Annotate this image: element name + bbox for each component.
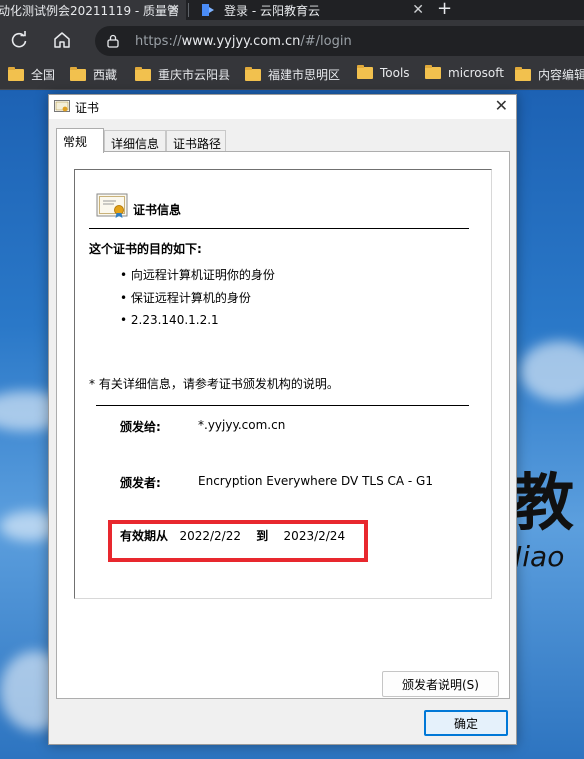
reload-icon[interactable] bbox=[9, 30, 29, 50]
purpose-item: • 2.23.140.1.2.1 bbox=[120, 313, 219, 327]
certificate-dialog: 证书 ✕ 常规 详细信息 证书路径 证书信息 这个证书的目的如下: • 向远程计… bbox=[48, 94, 517, 745]
browser-tab-login[interactable]: 登录 - 云阳教育云 ✕ bbox=[190, 0, 430, 20]
tab-close-icon[interactable]: ✕ bbox=[412, 2, 424, 18]
bookmarks-bar: 全国 西藏 重庆市云阳县 福建市思明区 Tools microsoft 内容编辑 bbox=[0, 60, 584, 90]
valid-to-label: 到 bbox=[256, 529, 269, 543]
tab-cert-path[interactable]: 证书路径 bbox=[166, 130, 226, 152]
folder-icon bbox=[135, 66, 151, 81]
bookmark-content-edit[interactable]: 内容编辑 bbox=[515, 66, 584, 83]
issued-to-label: 颁发给: bbox=[120, 420, 161, 434]
tab-title: 登录 - 云阳教育云 bbox=[224, 3, 320, 18]
valid-from-label: 有效期从 bbox=[120, 529, 169, 543]
tab-separator bbox=[188, 3, 189, 17]
folder-icon bbox=[8, 66, 24, 81]
url-text: https://www.yyjyy.com.cn/#/login bbox=[135, 34, 352, 49]
purpose-item: • 向远程计算机证明你的身份 bbox=[120, 268, 275, 282]
folder-icon bbox=[245, 66, 261, 81]
new-tab-icon[interactable]: + bbox=[437, 0, 452, 18]
issued-by-label: 颁发者: bbox=[120, 476, 161, 490]
certificate-info-box: 证书信息 这个证书的目的如下: • 向远程计算机证明你的身份 • 保证远程计算机… bbox=[74, 169, 492, 599]
bookmark-chongqing[interactable]: 重庆市云阳县 bbox=[135, 66, 230, 83]
folder-icon bbox=[425, 65, 441, 79]
purpose-item: • 保证远程计算机的身份 bbox=[120, 291, 251, 305]
certificate-icon bbox=[96, 193, 128, 218]
tab-general[interactable]: 常规 bbox=[56, 128, 104, 153]
close-icon[interactable]: ✕ bbox=[495, 97, 508, 115]
issuer-statement-button[interactable]: 颁发者说明(S) bbox=[382, 671, 499, 697]
yyjyy-favicon-icon bbox=[202, 4, 214, 16]
ok-button[interactable]: 确定 bbox=[424, 710, 508, 736]
browser-tab-bar: 动化测试例会20211119 - 质量管 ✕ 登录 - 云阳教育云 ✕ + bbox=[0, 0, 584, 20]
divider bbox=[96, 405, 469, 406]
valid-to-date: 2023/2/24 bbox=[283, 529, 346, 543]
certificate-icon bbox=[54, 100, 70, 112]
tab-title: 动化测试例会20211119 - 质量管 bbox=[0, 3, 180, 18]
purpose-title: 这个证书的目的如下: bbox=[89, 242, 202, 256]
tab-close-icon[interactable]: ✕ bbox=[168, 2, 180, 18]
folder-icon bbox=[357, 65, 373, 79]
background-logo-pinyin: Jiao bbox=[514, 540, 565, 573]
home-icon[interactable] bbox=[52, 30, 72, 50]
address-input[interactable]: https://www.yyjyy.com.cn/#/login bbox=[95, 26, 584, 56]
bookmark-quanguo[interactable]: 全国 bbox=[8, 66, 55, 83]
background-logo-char: 教 bbox=[512, 466, 575, 539]
bookmark-fujian[interactable]: 福建市思明区 bbox=[245, 66, 340, 83]
address-toolbar: https://www.yyjyy.com.cn/#/login bbox=[0, 20, 584, 60]
info-note: * 有关详细信息，请参考证书颁发机构的说明。 bbox=[89, 377, 339, 391]
tab-details[interactable]: 详细信息 bbox=[104, 130, 166, 152]
browser-tab-quality[interactable]: 动化测试例会20211119 - 质量管 ✕ bbox=[0, 0, 186, 20]
valid-from-date: 2022/2/22 bbox=[179, 529, 241, 543]
divider bbox=[89, 228, 469, 229]
folder-icon bbox=[70, 66, 86, 81]
issued-by-value: Encryption Everywhere DV TLS CA - G1 bbox=[198, 474, 433, 488]
bookmark-microsoft[interactable]: microsoft bbox=[425, 65, 504, 80]
folder-icon bbox=[515, 66, 531, 81]
lock-icon[interactable] bbox=[107, 34, 119, 48]
dialog-title: 证书 bbox=[75, 101, 100, 115]
validity-period: 有效期从 2022/2/22 到 2023/2/24 bbox=[120, 527, 345, 544]
bookmark-tools[interactable]: Tools bbox=[357, 65, 410, 80]
general-tab-panel: 证书信息 这个证书的目的如下: • 向远程计算机证明你的身份 • 保证远程计算机… bbox=[56, 151, 510, 699]
bookmark-xizang[interactable]: 西藏 bbox=[70, 66, 117, 83]
certificate-heading: 证书信息 bbox=[133, 203, 182, 217]
cloud-decoration bbox=[520, 341, 584, 401]
issued-to-value: *.yyjyy.com.cn bbox=[198, 418, 286, 432]
dialog-titlebar[interactable]: 证书 ✕ bbox=[49, 95, 516, 119]
